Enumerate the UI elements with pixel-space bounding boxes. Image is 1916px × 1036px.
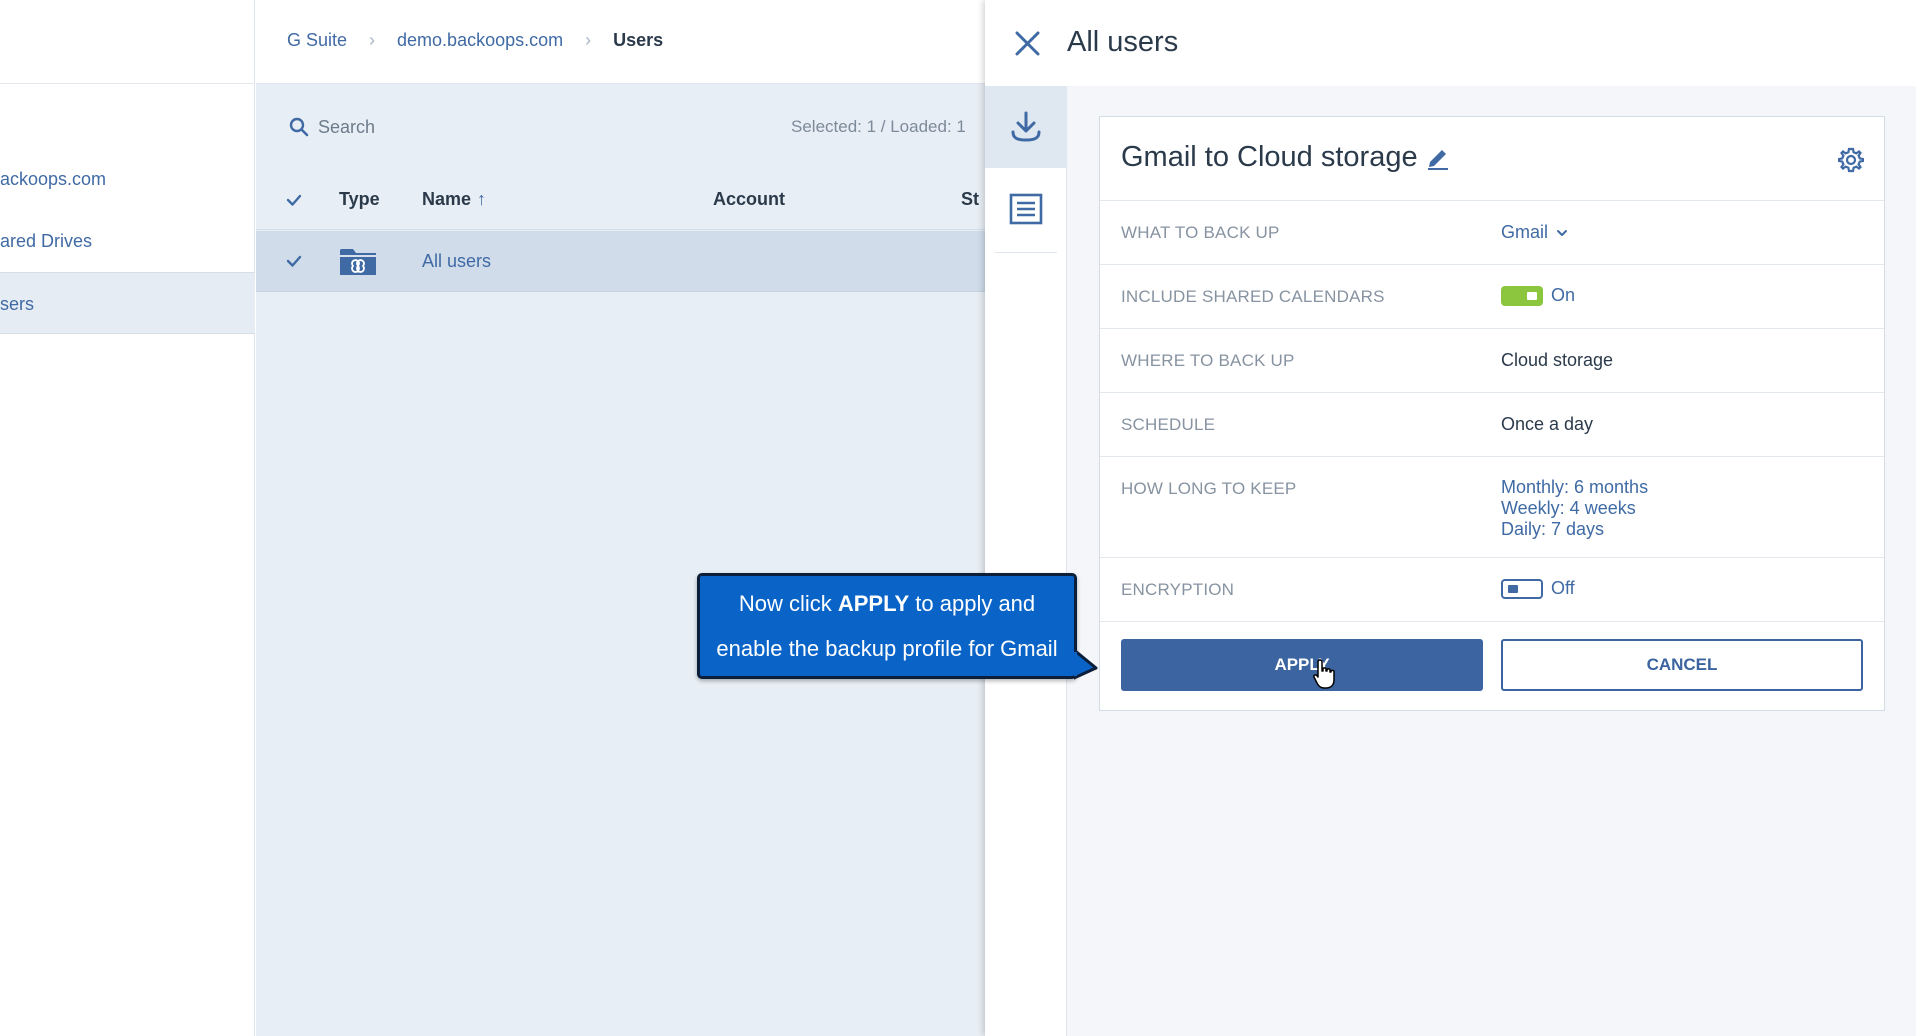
retention-weekly: Weekly: 4 weeks [1501, 498, 1636, 518]
what-to-back-up-dropdown[interactable]: Gmail [1501, 222, 1568, 243]
select-all-checkbox[interactable] [284, 190, 304, 210]
tabs-divider [995, 252, 1057, 253]
left-nav-header [0, 0, 254, 84]
callout-line-1: Now click APPLY to apply and [738, 591, 1036, 616]
row-schedule: SCHEDULE Once a day [1100, 392, 1884, 456]
gear-icon[interactable] [1838, 147, 1864, 173]
row-checkbox[interactable] [284, 251, 304, 271]
search-row: Selected: 1 / Loaded: 1 [256, 84, 985, 170]
group-folder-icon [340, 249, 376, 275]
selection-count: Selected: 1 / Loaded: 1 [791, 117, 966, 136]
toggle-switch-off [1501, 578, 1543, 599]
breadcrumb-gsuite[interactable]: G Suite [287, 30, 347, 51]
toggle-switch-on [1501, 285, 1543, 306]
schedule-value[interactable]: Once a day [1501, 414, 1593, 435]
main-content: G Suite › demo.backoops.com › Users Sele… [256, 0, 985, 1036]
panel-title: All users [1067, 26, 1179, 58]
breadcrumb: G Suite › demo.backoops.com › Users [287, 30, 663, 51]
sort-ascending-icon: ↑ [477, 189, 487, 209]
details-panel: All users Gmail to Cloud storage WHAT TO… [985, 0, 1916, 1036]
left-navigation: ackoops.com ared Drives sers [0, 0, 255, 1036]
column-name[interactable]: Name ↑ [422, 189, 486, 210]
nav-item-shared-drives[interactable]: ared Drives [0, 210, 255, 272]
apply-button[interactable]: APPLY [1121, 639, 1483, 691]
toggle-state: On [1551, 285, 1576, 305]
breadcrumb-domain[interactable]: demo.backoops.com [397, 30, 563, 51]
table-row[interactable]: All users [256, 231, 985, 292]
where-to-back-up-value[interactable]: Cloud storage [1501, 350, 1613, 371]
row-how-long-to-keep: HOW LONG TO KEEP Monthly: 6 months Weekl… [1100, 456, 1884, 557]
nav-item-users[interactable]: sers [0, 272, 255, 334]
row-name-link[interactable]: All users [422, 251, 491, 272]
panel-tabs [985, 86, 1067, 1036]
close-icon[interactable] [1014, 30, 1041, 57]
toggle-state: Off [1551, 578, 1575, 598]
row-label: ENCRYPTION [1121, 580, 1235, 599]
row-label: HOW LONG TO KEEP [1121, 479, 1297, 498]
table-header: Type Name ↑ Account St [256, 170, 985, 230]
row-label: WHERE TO BACK UP [1121, 351, 1295, 370]
row-label: INCLUDE SHARED CALENDARS [1121, 287, 1385, 306]
row-include-shared-calendars: INCLUDE SHARED CALENDARS On [1100, 264, 1884, 328]
retention-daily: Daily: 7 days [1501, 519, 1605, 539]
row-label: SCHEDULE [1121, 415, 1216, 434]
breadcrumb-chevron-icon: › [585, 30, 592, 50]
row-encryption: ENCRYPTION Off [1100, 557, 1884, 621]
column-type[interactable]: Type [339, 189, 380, 210]
encryption-toggle[interactable]: Off [1501, 578, 1575, 599]
callout-line-2: enable the backup profile for Gmail [716, 636, 1058, 661]
calendars-toggle[interactable]: On [1501, 285, 1575, 306]
column-account[interactable]: Account [713, 189, 785, 210]
hand-cursor-icon [1313, 659, 1335, 689]
column-status[interactable]: St [961, 189, 979, 210]
retention-value[interactable]: Monthly: 6 months Weekly: 4 weeks Daily:… [1501, 477, 1648, 540]
column-name-label: Name [422, 189, 472, 209]
callout-pointer-icon [1074, 650, 1098, 680]
breadcrumb-current: Users [613, 30, 664, 50]
plan-title-text: Gmail to Cloud storage [1121, 141, 1418, 173]
retention-monthly: Monthly: 6 months [1501, 477, 1649, 497]
download-icon [1011, 111, 1041, 142]
cancel-button[interactable]: CANCEL [1501, 639, 1863, 691]
actions-divider [1100, 621, 1884, 622]
chevron-down-icon [1557, 229, 1568, 236]
tab-activities[interactable] [985, 168, 1067, 250]
plan-title: Gmail to Cloud storage [1121, 141, 1450, 174]
row-what-to-back-up: WHAT TO BACK UP Gmail [1100, 200, 1884, 264]
dropdown-value: Gmail [1501, 222, 1549, 242]
tutorial-callout: Now click APPLY to apply and enable the … [697, 573, 1077, 679]
backup-plan-card: Gmail to Cloud storage WHAT TO BACK UP G… [1099, 116, 1885, 711]
pencil-icon[interactable] [1426, 146, 1450, 170]
top-bar: G Suite › demo.backoops.com › Users [256, 0, 985, 84]
nav-item-domain[interactable]: ackoops.com [0, 148, 255, 210]
breadcrumb-chevron-icon: › [369, 30, 376, 50]
tab-backup[interactable] [985, 86, 1067, 168]
list-document-icon [1009, 193, 1043, 225]
search-input[interactable] [318, 112, 578, 142]
row-label: WHAT TO BACK UP [1121, 223, 1280, 242]
panel-header: All users [985, 0, 1916, 86]
search-icon [289, 117, 309, 137]
row-where-to-back-up: WHERE TO BACK UP Cloud storage [1100, 328, 1884, 392]
